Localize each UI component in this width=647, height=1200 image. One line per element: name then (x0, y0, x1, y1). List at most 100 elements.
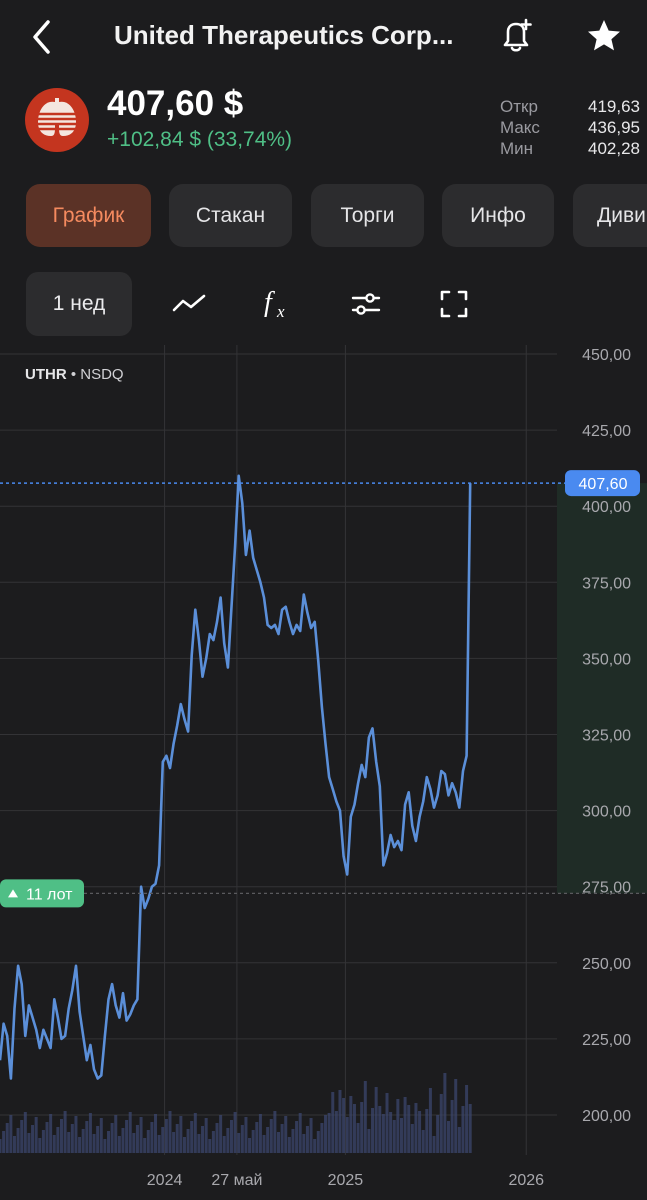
volume-bar (352, 1104, 356, 1153)
tab-trades[interactable]: Торги (311, 184, 424, 247)
volume-bar (226, 1128, 230, 1153)
volume-bar (0, 1139, 2, 1153)
volume-bar (222, 1136, 226, 1153)
volume-bar (251, 1130, 255, 1153)
settings-sliders-icon (351, 293, 381, 315)
volume-bar (454, 1079, 458, 1153)
x-tick-label: 2026 (508, 1172, 544, 1189)
stat-high: Макс 436,95 (500, 117, 640, 138)
volume-bar (45, 1122, 49, 1153)
volume-bar (139, 1117, 143, 1153)
volume-bar (298, 1113, 302, 1153)
y-tick-label: 450,00 (582, 347, 631, 364)
top-bar: United Therapeutics Corp... (0, 0, 647, 76)
volume-bar (439, 1094, 443, 1153)
exchange-name: NSDQ (80, 366, 124, 383)
period-selector[interactable]: 1 нед (26, 272, 132, 336)
volume-bar (327, 1113, 331, 1153)
price-band (557, 483, 647, 894)
volume-bar (175, 1124, 179, 1153)
volume-bar (117, 1136, 121, 1153)
tab-info[interactable]: Инфо (442, 184, 554, 247)
volume-bar (407, 1105, 411, 1153)
volume-bar (421, 1130, 425, 1153)
volume-bar (27, 1133, 31, 1153)
volume-bar (313, 1139, 317, 1153)
svg-text:x: x (276, 302, 285, 321)
volume-bar (266, 1127, 270, 1153)
volume-bar (128, 1112, 132, 1153)
volume-bar (305, 1126, 309, 1153)
volume-bar (436, 1115, 440, 1153)
tab-dividends[interactable]: Диви (573, 184, 647, 247)
volume-bar (204, 1118, 208, 1153)
volume-bar (121, 1128, 125, 1153)
volume-bar (146, 1130, 150, 1153)
y-tick-label: 200,00 (582, 1108, 631, 1125)
settings-button[interactable] (346, 286, 386, 322)
stat-label: Макс (500, 118, 540, 137)
stat-low: Мин 402,28 (500, 138, 640, 159)
volume-bar (70, 1124, 74, 1153)
price-chart[interactable]: 450,00 425,00 400,00 375,00 350,00 325,00 300,… (0, 345, 647, 1200)
tab-order-book[interactable]: Стакан (169, 184, 292, 247)
volume-bar (457, 1127, 461, 1153)
fullscreen-icon (440, 290, 468, 318)
stat-open: Откр 419,63 (500, 96, 640, 117)
x-tick-label: 2024 (147, 1172, 183, 1189)
lots-label: 11 лот (26, 886, 73, 903)
tab-chart[interactable]: График (26, 184, 151, 247)
exchange-dot: • (70, 366, 81, 383)
volume-bar (385, 1093, 389, 1153)
volume-bar (135, 1125, 139, 1153)
y-tick-label: 425,00 (582, 423, 631, 440)
stat-label: Мин (500, 139, 534, 158)
volume-bar (164, 1119, 168, 1153)
volume-bar (291, 1129, 295, 1153)
favorite-button[interactable] (584, 16, 624, 56)
volume-bar (41, 1130, 45, 1153)
volume-bar (52, 1135, 56, 1153)
volume-bar (450, 1100, 454, 1153)
volume-bar (114, 1115, 118, 1153)
add-alert-button[interactable] (496, 16, 536, 56)
volume-bar (468, 1104, 472, 1153)
volume-bar (88, 1113, 92, 1153)
volume-bar (262, 1135, 266, 1153)
volume-bar (211, 1131, 215, 1153)
volume-bar (284, 1116, 288, 1153)
volume-bar (20, 1120, 24, 1153)
chart-canvas[interactable]: 450,00 425,00 400,00 375,00 350,00 325,00 300,… (0, 345, 647, 1200)
volume-bar (5, 1123, 9, 1153)
company-logo (25, 88, 89, 152)
volume-bar (85, 1121, 89, 1153)
volume-bar (280, 1124, 284, 1153)
stat-value: 402,28 (588, 139, 640, 158)
volume-bar (103, 1139, 107, 1153)
volume-bar (342, 1098, 346, 1153)
chart-type-button[interactable] (169, 286, 209, 322)
volume-bar (157, 1135, 161, 1153)
svg-text:f: f (264, 287, 275, 318)
volume-bar (186, 1129, 190, 1153)
stat-value: 419,63 (588, 97, 640, 116)
fullscreen-button[interactable] (434, 286, 474, 322)
volume-bar (392, 1120, 396, 1153)
indicators-button[interactable]: f x (256, 286, 296, 322)
volume-bar (197, 1134, 201, 1153)
volume-bar (31, 1125, 35, 1153)
volume-bar (363, 1081, 367, 1153)
volume-bar (229, 1120, 233, 1153)
ticker-label: UTHR • NSDQ (25, 366, 124, 383)
volume-bar (237, 1133, 241, 1153)
volume-bar (190, 1121, 194, 1153)
volume-bar (432, 1136, 436, 1153)
volume-bar (132, 1133, 136, 1153)
back-button[interactable] (26, 18, 60, 56)
volume-bar (410, 1124, 414, 1153)
volume-bar (49, 1114, 53, 1153)
volume-bar (356, 1123, 360, 1153)
volume-bar (179, 1116, 183, 1153)
volume-bar (338, 1090, 342, 1153)
current-price-label: 407,60 (579, 476, 628, 493)
